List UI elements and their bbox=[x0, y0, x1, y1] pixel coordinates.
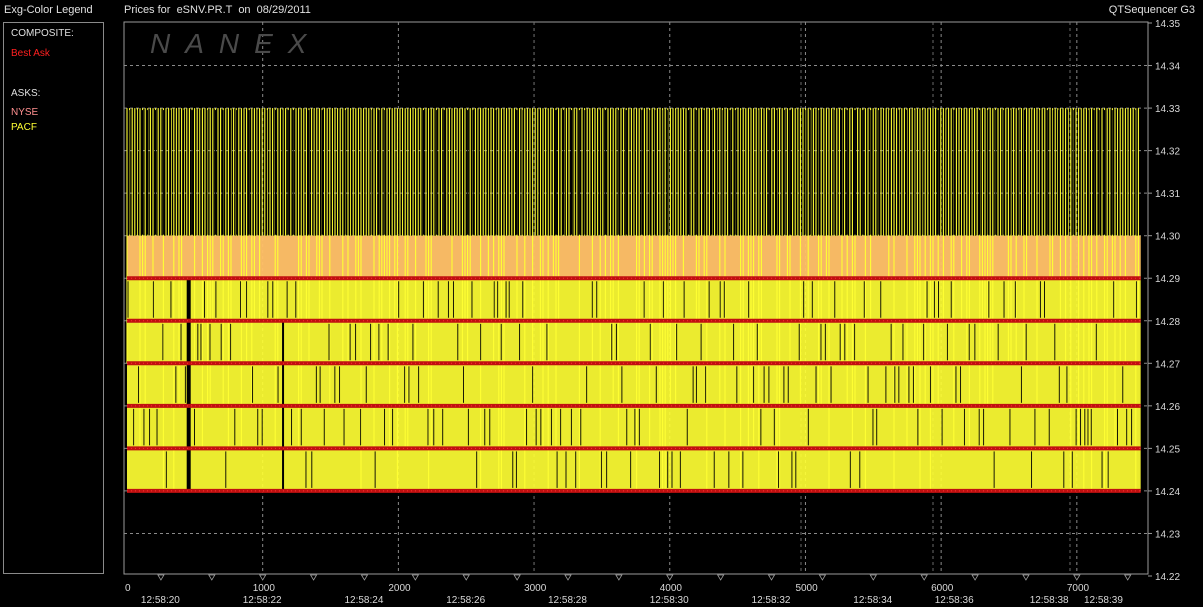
x-seq-label: 0 bbox=[125, 583, 131, 594]
x-seq-label: 2000 bbox=[388, 583, 411, 594]
x-marker bbox=[716, 574, 725, 581]
x-time-label: 12:58:20 bbox=[141, 595, 180, 606]
x-seq-label: 1000 bbox=[253, 583, 276, 594]
x-marker bbox=[1073, 574, 1081, 581]
y-tick-label: 14.29 bbox=[1155, 274, 1180, 285]
x-time-label: 12:58:24 bbox=[344, 595, 383, 606]
x-marker bbox=[1022, 574, 1030, 581]
y-tick-label: 14.28 bbox=[1155, 317, 1180, 328]
y-tick-label: 14.22 bbox=[1155, 572, 1180, 583]
x-time-label: 12:58:36 bbox=[935, 595, 974, 606]
y-tick-label: 14.24 bbox=[1155, 487, 1180, 498]
x-marker bbox=[869, 574, 878, 581]
x-marker bbox=[971, 574, 979, 581]
x-marker bbox=[920, 574, 928, 581]
gap-block bbox=[186, 278, 191, 491]
x-seq-label: 3000 bbox=[524, 583, 547, 594]
y-tick-label: 14.27 bbox=[1155, 359, 1180, 370]
y-tick-label: 14.32 bbox=[1155, 147, 1180, 158]
x-marker bbox=[564, 574, 572, 581]
x-seq-label: 5000 bbox=[795, 583, 818, 594]
price-chart: NANEX 14.35 14.34 14.33 14.32 14.31 14.30 14.2… bbox=[123, 19, 1180, 606]
x-time-label: 12:58:32 bbox=[752, 595, 791, 606]
x-time-label: 12:58:38 bbox=[1030, 595, 1069, 606]
y-tick-label: 14.25 bbox=[1155, 444, 1180, 455]
y-tick-label: 14.35 bbox=[1155, 19, 1180, 30]
x-seq-label: 6000 bbox=[931, 583, 954, 594]
nyse-band bbox=[127, 235, 1141, 279]
x-seq-label: 7000 bbox=[1067, 583, 1090, 594]
x-marker bbox=[513, 574, 521, 581]
x-marker bbox=[360, 574, 369, 581]
x-time-label: 12:58:39 bbox=[1084, 595, 1123, 606]
x-time-label: 12:58:34 bbox=[853, 595, 892, 606]
x-time-label: 12:58:28 bbox=[548, 595, 587, 606]
y-tick-label: 14.33 bbox=[1155, 104, 1180, 115]
x-marker bbox=[208, 574, 216, 581]
x-marker bbox=[615, 574, 623, 581]
x-marker bbox=[309, 574, 318, 581]
y-tick-label: 14.34 bbox=[1155, 62, 1180, 73]
nanex-watermark: NANEX bbox=[150, 28, 321, 59]
x-marker bbox=[411, 574, 420, 581]
x-marker bbox=[157, 574, 165, 581]
x-seq-label: 4000 bbox=[660, 583, 683, 594]
x-time-label: 12:58:30 bbox=[650, 595, 689, 606]
x-time-label: 12:58:22 bbox=[243, 595, 282, 606]
y-tick-label: 14.31 bbox=[1155, 189, 1180, 200]
y-tick-label: 14.30 bbox=[1155, 232, 1180, 243]
x-marker bbox=[462, 574, 470, 581]
x-marker bbox=[666, 574, 674, 581]
x-time-label: 12:58:26 bbox=[446, 595, 485, 606]
x-marker bbox=[258, 574, 267, 581]
x-marker bbox=[1124, 574, 1132, 581]
y-tick-label: 14.23 bbox=[1155, 529, 1180, 540]
y-tick-label: 14.26 bbox=[1155, 402, 1180, 413]
x-marker bbox=[767, 574, 776, 581]
x-marker bbox=[818, 574, 827, 581]
